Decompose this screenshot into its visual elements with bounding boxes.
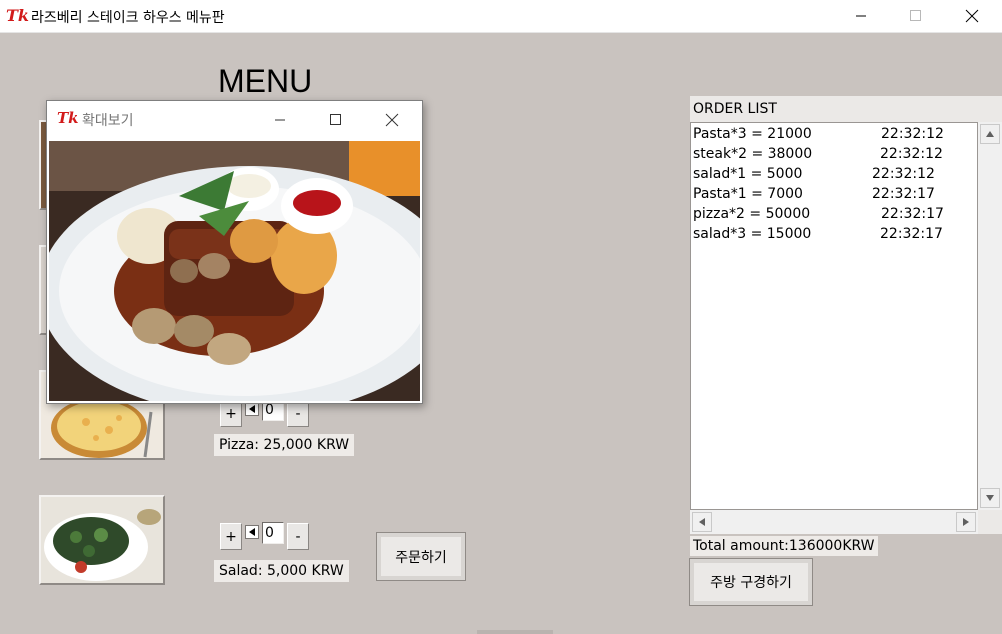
kitchen-view-button[interactable]: 주방 구경하기: [689, 558, 813, 606]
pizza-price-label: Pizza: 25,000 KRW: [214, 434, 355, 456]
left-arrow-icon: [699, 518, 705, 526]
popup-close-button[interactable]: [369, 101, 415, 139]
title-bar: Tk 라즈베리 스테이크 하우스 메뉴판: [0, 0, 1002, 33]
scroll-down-button[interactable]: [980, 488, 1000, 508]
order-text: salad*3 = 15000: [693, 226, 812, 242]
order-time: 22:32:12: [872, 166, 935, 182]
horizontal-scrollbar[interactable]: [690, 510, 978, 534]
salad-quantity-spinner: + 0 -: [220, 521, 312, 551]
salad-plus-button[interactable]: +: [220, 523, 242, 550]
pizza-plus-button[interactable]: +: [220, 400, 242, 427]
scroll-left-button[interactable]: [692, 512, 712, 532]
popup-maximize-button[interactable]: [313, 101, 359, 139]
order-time: 22:32:17: [880, 226, 943, 242]
up-arrow-icon: [986, 131, 994, 137]
order-text: salad*1 = 5000: [693, 166, 803, 182]
maximize-button[interactable]: [893, 0, 939, 32]
list-item[interactable]: Pasta*3 = 21000 22:32:12: [693, 126, 944, 142]
popup-maximize-icon: [330, 114, 341, 125]
bottom-edge-tab: [477, 630, 553, 634]
order-text: steak*2 = 38000: [693, 146, 813, 162]
minimize-button[interactable]: [838, 0, 884, 32]
popup-close-icon: [385, 113, 399, 127]
list-item[interactable]: salad*3 = 15000 22:32:17: [693, 226, 943, 242]
order-time: 22:32:17: [881, 206, 944, 222]
salad-quantity-input[interactable]: 0: [262, 522, 284, 544]
list-item[interactable]: Pasta*1 = 7000 22:32:17: [693, 186, 935, 202]
minimize-icon: [856, 15, 866, 17]
right-arrow-icon: [963, 518, 969, 526]
close-icon: [965, 9, 979, 23]
popup-tk-logo-icon: Tk: [57, 109, 79, 127]
tk-logo-icon: Tk: [6, 6, 29, 25]
salad-image: [41, 497, 163, 583]
order-text: Pasta*1 = 7000: [693, 186, 803, 202]
menu-heading: MENU: [218, 63, 313, 99]
order-time: 22:32:12: [881, 126, 944, 142]
down-arrow-icon: [986, 495, 994, 501]
salad-minus-button[interactable]: -: [287, 523, 309, 550]
order-time: 22:32:12: [880, 146, 943, 162]
order-button[interactable]: 주문하기: [376, 532, 466, 581]
order-time: 22:32:17: [872, 186, 935, 202]
steak-enlarged-image: [49, 141, 420, 401]
list-item[interactable]: pizza*2 = 50000 22:32:17: [693, 206, 944, 222]
order-list-label: ORDER LIST: [690, 96, 1002, 122]
pizza-minus-button[interactable]: -: [287, 400, 309, 427]
scroll-right-button[interactable]: [956, 512, 976, 532]
scrollbar-corner: [978, 510, 1002, 534]
salad-left-arrow-icon[interactable]: [245, 525, 259, 539]
salad-thumbnail[interactable]: [39, 495, 165, 585]
order-text: Pasta*3 = 21000: [693, 126, 812, 142]
list-item[interactable]: salad*1 = 5000 22:32:12: [693, 166, 935, 182]
window-title: 라즈베리 스테이크 하우스 메뉴판: [31, 10, 225, 26]
order-listbox[interactable]: Pasta*3 = 21000 22:32:12 steak*2 = 38000 2…: [690, 122, 978, 510]
popup-minimize-button[interactable]: [257, 101, 303, 139]
scroll-up-button[interactable]: [980, 124, 1000, 144]
salad-price-label: Salad: 5,000 KRW: [214, 560, 349, 582]
popup-title: 확대보기: [82, 113, 134, 129]
list-item[interactable]: steak*2 = 38000 22:32:12: [693, 146, 943, 162]
order-text: pizza*2 = 50000: [693, 206, 811, 222]
maximize-icon: [910, 10, 921, 21]
close-button[interactable]: [949, 0, 995, 32]
vertical-scrollbar[interactable]: [978, 122, 1002, 510]
zoom-popup-window: Tk 확대보기: [46, 100, 423, 404]
popup-minimize-icon: [275, 119, 285, 121]
pizza-left-arrow-icon[interactable]: [245, 402, 259, 416]
total-amount-label: Total amount:136000KRW: [690, 536, 878, 556]
